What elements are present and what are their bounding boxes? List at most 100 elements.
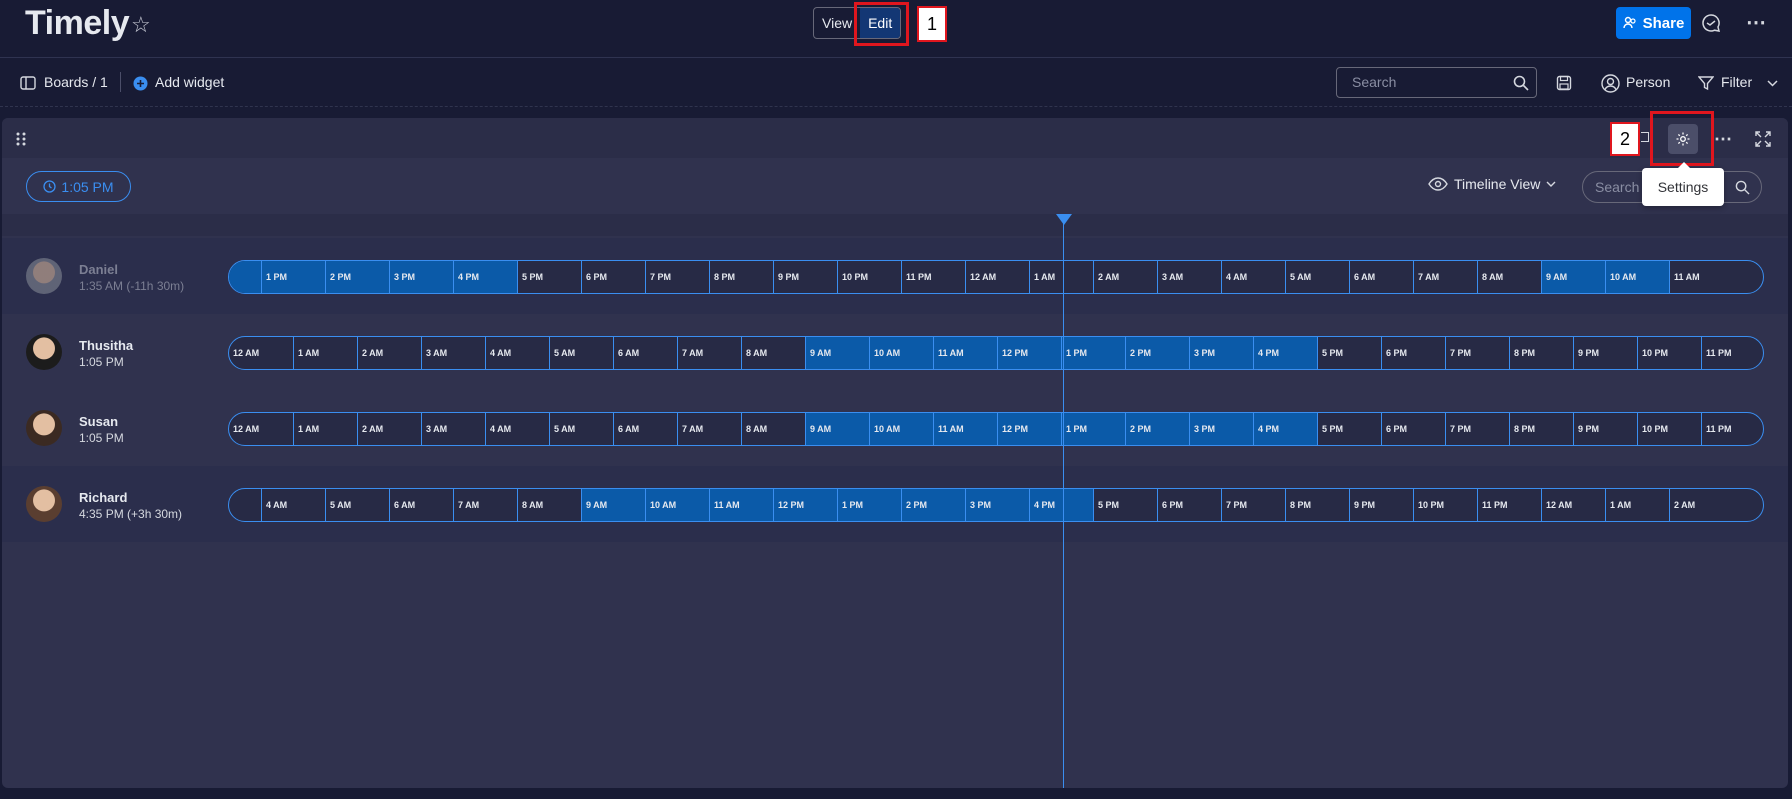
- share-label: Share: [1642, 14, 1685, 32]
- save-icon[interactable]: [1555, 74, 1573, 92]
- search-icon[interactable]: [1512, 74, 1530, 92]
- settings-tooltip: Settings: [1642, 162, 1724, 206]
- current-time-marker[interactable]: [1056, 214, 1072, 225]
- hour-slot: 8 PM: [1509, 413, 1573, 445]
- hour-slot: 4 PM: [1253, 413, 1317, 445]
- widget-search-icon[interactable]: [1734, 179, 1750, 195]
- hour-slot: 1 AM: [293, 337, 357, 369]
- hour-slot: 2 PM: [325, 261, 389, 293]
- hour-slot: 2 AM: [357, 413, 421, 445]
- chat-icon[interactable]: [1700, 12, 1722, 34]
- avatar: [26, 258, 62, 294]
- widget-more-icon[interactable]: ⋯: [1712, 128, 1734, 150]
- person-local-time: 4:35 PM (+3h 30m): [79, 507, 183, 521]
- boards-breadcrumb[interactable]: Boards / 1: [44, 74, 108, 90]
- add-widget-button[interactable]: Add widget: [155, 74, 224, 90]
- eye-icon: [1428, 177, 1448, 191]
- hour-slot-lead: [229, 489, 261, 521]
- hour-slot: 5 AM: [549, 337, 613, 369]
- board-search-input[interactable]: Search: [1336, 67, 1537, 98]
- hour-slot: 4 PM: [1029, 489, 1093, 521]
- hour-slot: 11 PM: [1477, 489, 1541, 521]
- hour-slot: 9 AM: [1541, 261, 1605, 293]
- filter-button[interactable]: Filter: [1721, 74, 1752, 90]
- hour-slot: 3 PM: [1189, 337, 1253, 369]
- share-button[interactable]: Share: [1616, 7, 1691, 39]
- timeline-view-dropdown[interactable]: Timeline View: [1428, 176, 1556, 192]
- hour-slot: 10 AM: [869, 413, 933, 445]
- person-local-time: 1:05 PM: [79, 355, 124, 369]
- hour-slot: 2 AM: [1669, 489, 1733, 521]
- hour-slot: 9 PM: [773, 261, 837, 293]
- annotation-box-2: [1650, 111, 1714, 166]
- hour-slot: 1 PM: [261, 261, 325, 293]
- hour-slot: 2 AM: [1093, 261, 1157, 293]
- drag-handle-icon[interactable]: [14, 130, 28, 148]
- hour-slot: 4 AM: [1221, 261, 1285, 293]
- hour-slot: 10 PM: [837, 261, 901, 293]
- hour-slot: 11 AM: [1669, 261, 1733, 293]
- hour-slot: 2 PM: [1125, 413, 1189, 445]
- person-local-time: 1:35 AM (-11h 30m): [79, 279, 185, 293]
- filter-icon[interactable]: [1697, 74, 1715, 92]
- hour-slot: 12 PM: [773, 489, 837, 521]
- hour-slot: 5 AM: [1285, 261, 1349, 293]
- hour-slot: 3 AM: [1157, 261, 1221, 293]
- hour-slot: 6 AM: [1349, 261, 1413, 293]
- person-icon[interactable]: [1600, 73, 1620, 93]
- hour-slot: 4 AM: [261, 489, 325, 521]
- toolbar-divider: [120, 72, 121, 92]
- hour-slot: 12 PM: [997, 337, 1061, 369]
- timeline-header: [2, 214, 1788, 236]
- hour-slot: 11 PM: [1701, 413, 1763, 445]
- hour-slot: 4 AM: [485, 413, 549, 445]
- person-filter-button[interactable]: Person: [1626, 74, 1670, 90]
- hour-slot: 9 AM: [805, 413, 869, 445]
- hour-slot: 12 PM: [997, 413, 1061, 445]
- hour-slot: 10 PM: [1637, 337, 1701, 369]
- hour-slot: 9 PM: [1573, 337, 1637, 369]
- sidebar-icon[interactable]: [20, 75, 36, 91]
- hour-slot: 3 PM: [965, 489, 1029, 521]
- hour-slot: 8 AM: [741, 413, 805, 445]
- star-icon[interactable]: ☆: [131, 12, 151, 38]
- hour-slot: 10 PM: [1637, 413, 1701, 445]
- person-row: Susan 1:05 PM 12 AM 1 AM 2 AM 3 AM 4 AM 5 AM 6 A…: [2, 390, 1788, 466]
- hour-slot: 10 AM: [645, 489, 709, 521]
- fullscreen-icon[interactable]: [1754, 130, 1772, 148]
- hour-slot: 8 PM: [1285, 489, 1349, 521]
- current-time-button[interactable]: 1:05 PM: [26, 171, 131, 202]
- hour-slot: 11 AM: [933, 337, 997, 369]
- hour-slot: 11 PM: [901, 261, 965, 293]
- person-name: Susan: [79, 414, 119, 429]
- person-name: Thusitha: [79, 338, 134, 353]
- hour-slot: 5 PM: [1317, 337, 1381, 369]
- hour-slot: 7 PM: [645, 261, 709, 293]
- annotation-label-2: 2: [1610, 122, 1640, 156]
- annotation-box-1: [854, 2, 909, 46]
- hour-slot: 6 PM: [1157, 489, 1221, 521]
- hour-slot: 3 PM: [1189, 413, 1253, 445]
- avatar: [26, 486, 62, 522]
- hour-slot: 7 PM: [1445, 413, 1509, 445]
- person-row: Richard 4:35 PM (+3h 30m) 4 AM 5 AM 6 AM 7 AM…: [2, 466, 1788, 542]
- avatar: [26, 334, 62, 370]
- timeline-track[interactable]: 4 AM 5 AM 6 AM 7 AM 8 AM 9 AM 10 AM 11 AM 12 PM 1…: [228, 488, 1764, 522]
- person-name: Daniel: [79, 262, 119, 277]
- hour-slot: 4 AM: [485, 337, 549, 369]
- hour-slot: 10 AM: [869, 337, 933, 369]
- hour-slot: 6 AM: [613, 337, 677, 369]
- timeline-track[interactable]: 1 PM 2 PM 3 PM 4 PM 5 PM 6 PM 7 PM 8 PM 9 PM 10 P…: [228, 260, 1764, 294]
- add-widget-icon[interactable]: [132, 75, 148, 91]
- hour-slot: 10 AM: [1605, 261, 1669, 293]
- hour-slot: 7 AM: [677, 413, 741, 445]
- hour-slot: 1 AM: [1605, 489, 1669, 521]
- more-options-icon[interactable]: ⋯: [1744, 10, 1768, 34]
- hour-slot: 7 AM: [1413, 261, 1477, 293]
- chevron-down-icon[interactable]: [1766, 77, 1778, 89]
- app-title: Timely: [25, 4, 130, 42]
- hour-slot: 4 PM: [1253, 337, 1317, 369]
- person-row: Thusitha 1:05 PM 12 AM 1 AM 2 AM 3 AM 4 AM 5 AM…: [2, 314, 1788, 390]
- timeline-track[interactable]: 12 AM 1 AM 2 AM 3 AM 4 AM 5 AM 6 AM 7 AM 8 AM 9 A…: [228, 412, 1764, 446]
- timeline-track[interactable]: 12 AM 1 AM 2 AM 3 AM 4 AM 5 AM 6 AM 7 AM 8 AM 9 A…: [228, 336, 1764, 370]
